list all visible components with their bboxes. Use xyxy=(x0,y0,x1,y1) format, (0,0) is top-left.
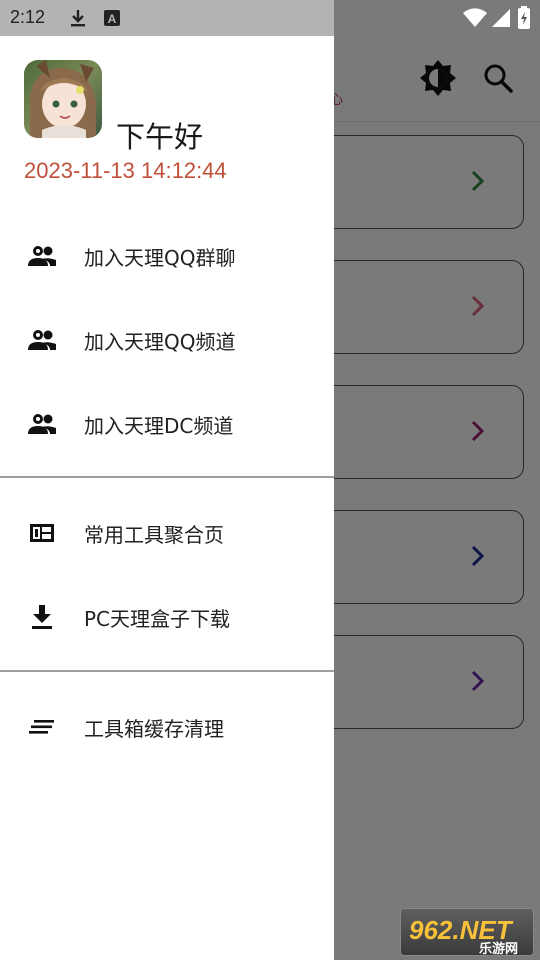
menu-item-label: 常用工具聚合页 xyxy=(84,523,224,547)
divider xyxy=(0,670,334,672)
dashboard-icon xyxy=(30,524,54,542)
menu-item-pc-download[interactable]: PC天理盒子下载 xyxy=(0,584,334,648)
download-icon xyxy=(32,605,52,629)
people-icon xyxy=(28,414,56,434)
menu-item-label: 加入天理QQ频道 xyxy=(84,330,236,354)
avatar[interactable] xyxy=(24,60,102,138)
people-icon xyxy=(28,246,56,266)
svg-text:A: A xyxy=(108,12,117,26)
menu-item-label: 加入天理QQ群聊 xyxy=(84,246,236,270)
greeting: 下午好 xyxy=(116,120,204,154)
status-bar: 2:12 A xyxy=(0,0,540,36)
menu-item-clear-cache[interactable]: 工具箱缓存清理 xyxy=(0,694,334,758)
menu-item-join-qq-channel[interactable]: 加入天理QQ频道 xyxy=(0,307,334,371)
watermark-text: 962.NET xyxy=(409,915,514,945)
people-icon xyxy=(28,330,56,350)
status-time: 2:12 xyxy=(10,7,46,27)
download-icon xyxy=(71,10,85,27)
divider xyxy=(0,476,334,478)
signal-icon xyxy=(492,9,510,27)
watermark-logo: 962.NET 乐游网 xyxy=(400,908,534,956)
a-badge-icon: A xyxy=(104,10,120,26)
wifi-icon xyxy=(463,8,487,27)
navigation-drawer: 下午好 2023-11-13 14:12:44 加入天理QQ群聊 加入天理QQ频… xyxy=(0,36,334,960)
watermark-subtext: 乐游网 xyxy=(479,941,518,956)
menu-item-join-dc-channel[interactable]: 加入天理DC频道 xyxy=(0,391,334,455)
menu-item-label: 加入天理DC频道 xyxy=(84,414,234,438)
menu-item-label: 工具箱缓存清理 xyxy=(84,717,224,741)
battery-icon xyxy=(518,6,530,29)
menu-item-join-qq-group[interactable]: 加入天理QQ群聊 xyxy=(0,223,334,287)
clear-list-icon xyxy=(29,720,54,734)
menu-item-tools-hub[interactable]: 常用工具聚合页 xyxy=(0,500,334,564)
current-datetime: 2023-11-13 14:12:44 xyxy=(24,158,227,183)
menu-item-label: PC天理盒子下载 xyxy=(84,607,231,631)
status-bar-drawer-area xyxy=(0,0,334,36)
